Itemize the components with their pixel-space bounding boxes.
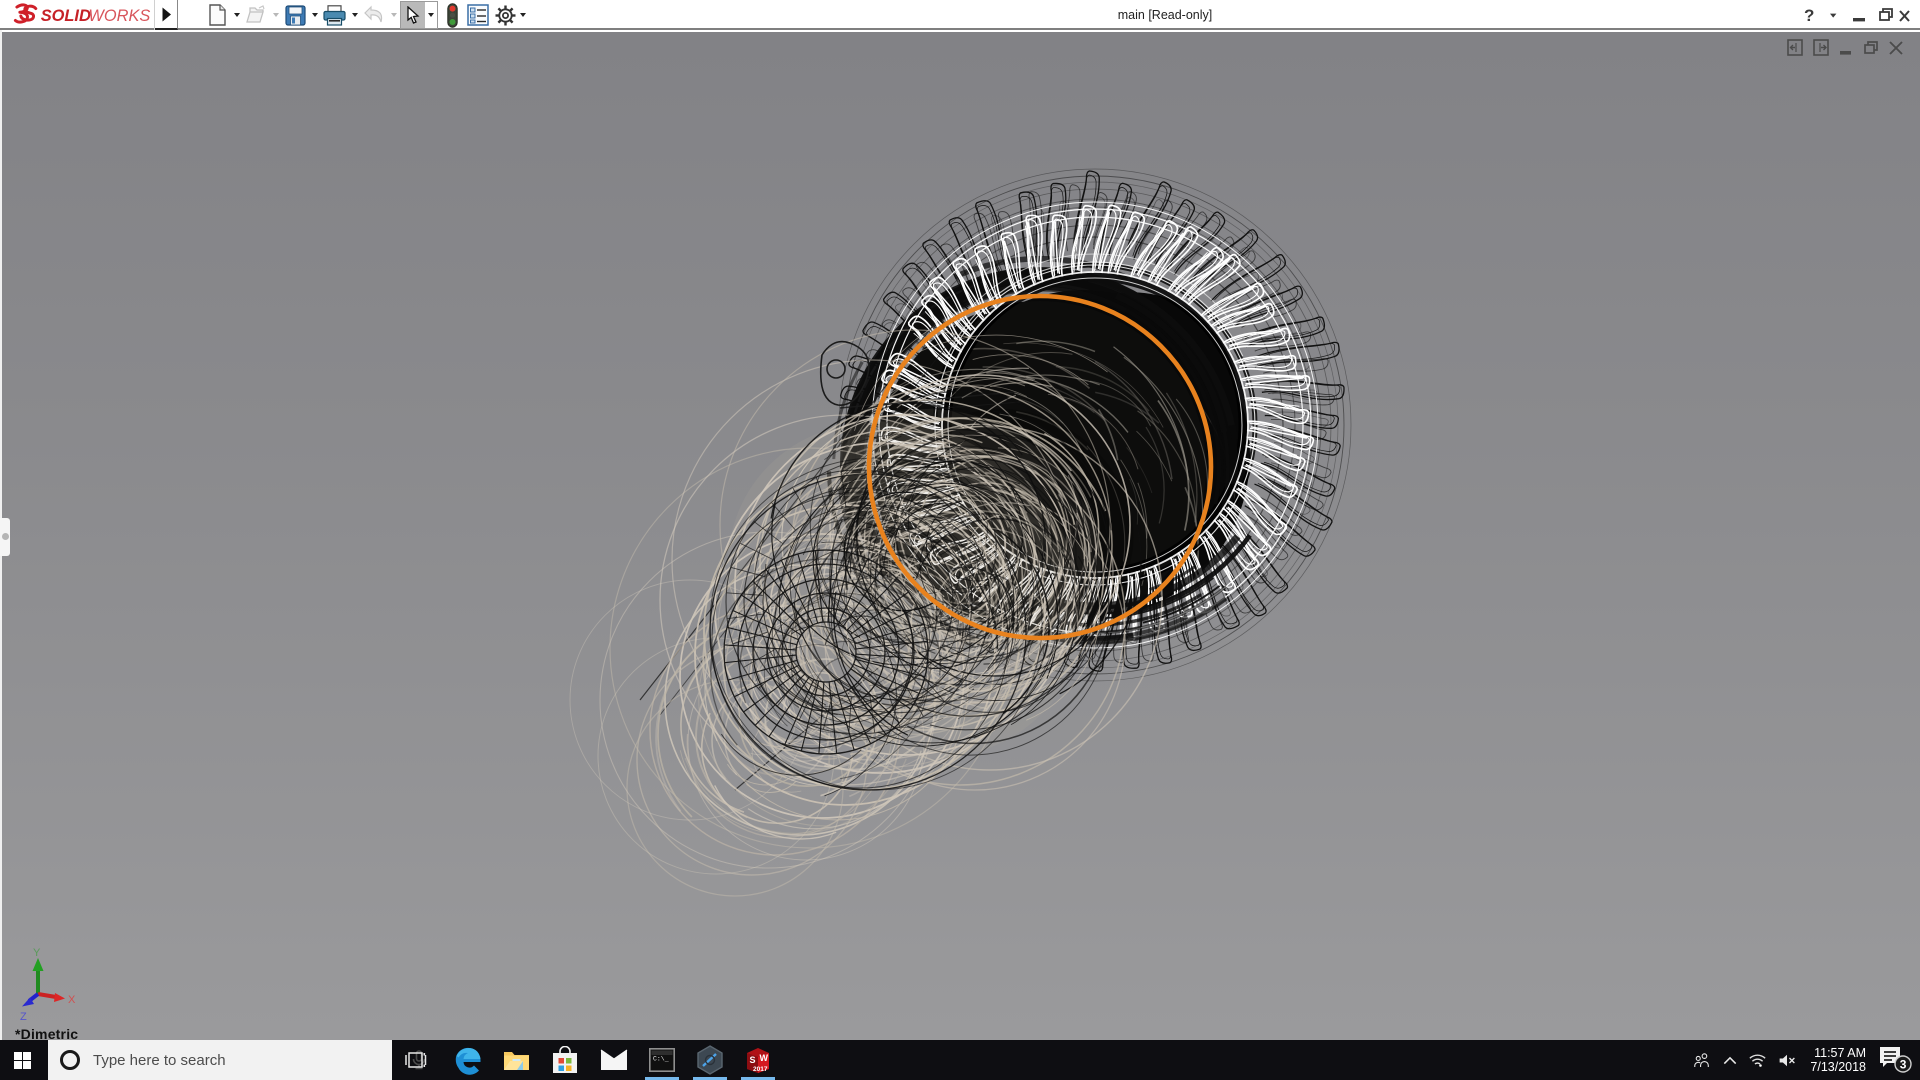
svg-text:2017: 2017	[753, 1066, 768, 1073]
svg-text:W: W	[760, 1053, 769, 1063]
svg-text:SOLID: SOLID	[41, 7, 91, 25]
svg-text:WORKS: WORKS	[88, 7, 150, 25]
svg-text:3: 3	[1900, 1058, 1907, 1072]
svg-text:Y: Y	[33, 947, 41, 959]
svg-text:S: S	[750, 1055, 756, 1065]
svg-text:Z: Z	[20, 1011, 27, 1023]
svg-text:C:\_: C:\_	[653, 1056, 669, 1063]
svg-text:X: X	[68, 994, 76, 1006]
svg-text:?: ?	[1804, 6, 1814, 25]
